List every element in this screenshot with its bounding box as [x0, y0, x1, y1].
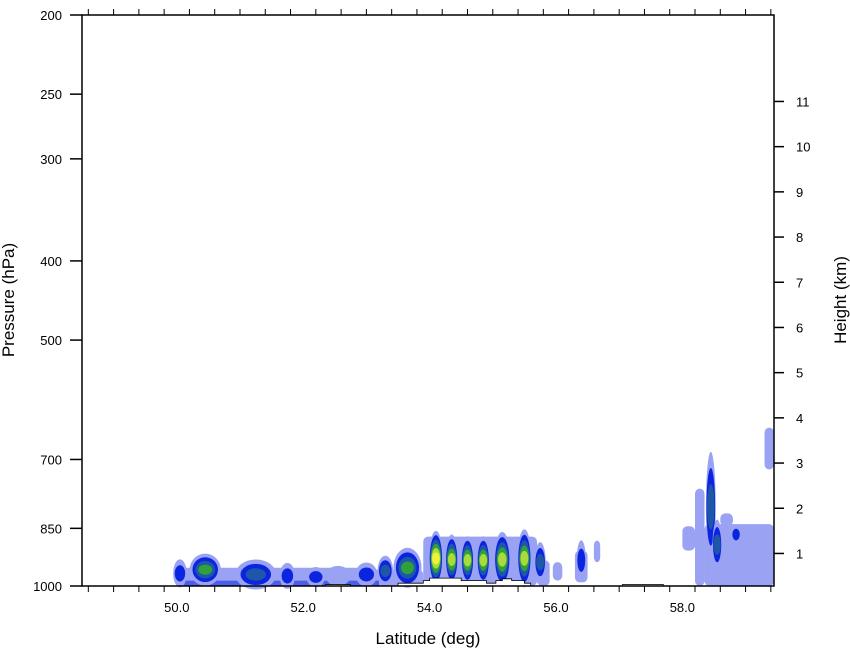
contour-level-5 — [520, 550, 529, 566]
contour-cell — [477, 536, 490, 585]
contour-level-4 — [400, 561, 414, 575]
contour-level-3 — [380, 564, 391, 577]
contour-cell — [712, 519, 722, 570]
contour-level-6 — [432, 552, 440, 565]
contour-cell — [235, 559, 277, 590]
x-axis: 50.0 52.0 54.0 56.0 58.0 — [87, 9, 772, 615]
y-tick-label: 300 — [40, 152, 62, 167]
y-tick-label: 850 — [40, 521, 62, 536]
contour-level-3 — [536, 553, 545, 571]
cross-section-chart: 50.0 52.0 54.0 56.0 58.0 200 250 300 400 500 700 8… — [0, 8, 850, 648]
x-tick-label: 58.0 — [670, 600, 695, 615]
y2-tick-label: 2 — [796, 501, 803, 516]
y2-tick-label: 10 — [796, 140, 810, 155]
y2-tick-label: 8 — [796, 230, 803, 245]
y2-tick-label: 4 — [796, 411, 803, 426]
x-tick-label: 52.0 — [291, 600, 316, 615]
y-tick-label: 700 — [40, 452, 62, 467]
contour-cells-layer — [173, 451, 741, 590]
contour-cell — [731, 524, 741, 545]
y2-tick-label: 1 — [796, 546, 803, 561]
plot-frame — [81, 14, 775, 587]
y2-tick-label: 6 — [796, 320, 803, 335]
y2-tick-label: 11 — [796, 94, 810, 109]
contour-cell — [306, 567, 326, 588]
contour-cell — [534, 542, 546, 583]
y2-tick-label: 7 — [796, 275, 803, 290]
contour-cell — [393, 547, 422, 588]
contour-level-1 — [325, 565, 351, 586]
contour-cell — [377, 555, 394, 586]
contour-cell — [279, 562, 296, 589]
contour-level-5 — [479, 554, 488, 567]
contour-cell — [445, 534, 458, 585]
y-tick-label: 400 — [40, 254, 62, 269]
contour-shading-band — [593, 540, 601, 563]
y2-tick-label: 9 — [796, 185, 803, 200]
contour-level-5 — [463, 554, 472, 567]
y-tick-label: 500 — [40, 333, 62, 348]
contour-cell — [429, 530, 443, 586]
contour-level-2 — [358, 567, 374, 582]
contour-level-5 — [497, 552, 507, 567]
contour-cell — [355, 562, 378, 587]
contour-cell — [576, 540, 586, 581]
y2-tick-label: 5 — [796, 366, 803, 381]
contour-level-3 — [707, 484, 715, 530]
y-tick-label: 250 — [40, 87, 62, 102]
contour-shading-band — [682, 526, 696, 551]
contour-level-5 — [447, 553, 456, 566]
contour-cell — [461, 536, 474, 585]
x-tick-label: 54.0 — [417, 600, 442, 615]
y-axis-height: 1 2 3 4 5 6 7 8 9 10 11 — [774, 94, 810, 561]
y-axis-title: Pressure (hPa) — [0, 243, 18, 357]
contour-cell — [517, 529, 532, 588]
x-tick-label: 50.0 — [164, 600, 189, 615]
contour-shading-band — [764, 427, 774, 470]
contour-level-4 — [198, 564, 213, 575]
y-tick-label: 200 — [40, 8, 62, 23]
contour-level-3 — [713, 534, 721, 555]
x-tick-label: 56.0 — [543, 600, 568, 615]
x-axis-title: Latitude (deg) — [376, 629, 481, 648]
contour-level-2 — [577, 548, 586, 572]
y-tick-label: 1000 — [33, 579, 62, 594]
contour-level-2 — [174, 565, 186, 582]
contour-cell — [173, 559, 187, 588]
y2-tick-label: 3 — [796, 456, 803, 471]
contour-level-2 — [309, 571, 323, 583]
contour-shading-band — [695, 488, 705, 586]
contour-shading-band — [720, 513, 733, 527]
contour-shading-band — [552, 562, 563, 581]
y-axis-pressure: 200 250 300 400 500 700 850 1000 — [33, 8, 82, 594]
contour-cell — [189, 553, 221, 586]
contour-level-3 — [245, 568, 266, 581]
contour-level-2 — [732, 528, 740, 541]
y2-axis-title: Height (km) — [831, 256, 850, 344]
contour-cell — [325, 565, 351, 586]
contour-level-2 — [281, 568, 294, 584]
